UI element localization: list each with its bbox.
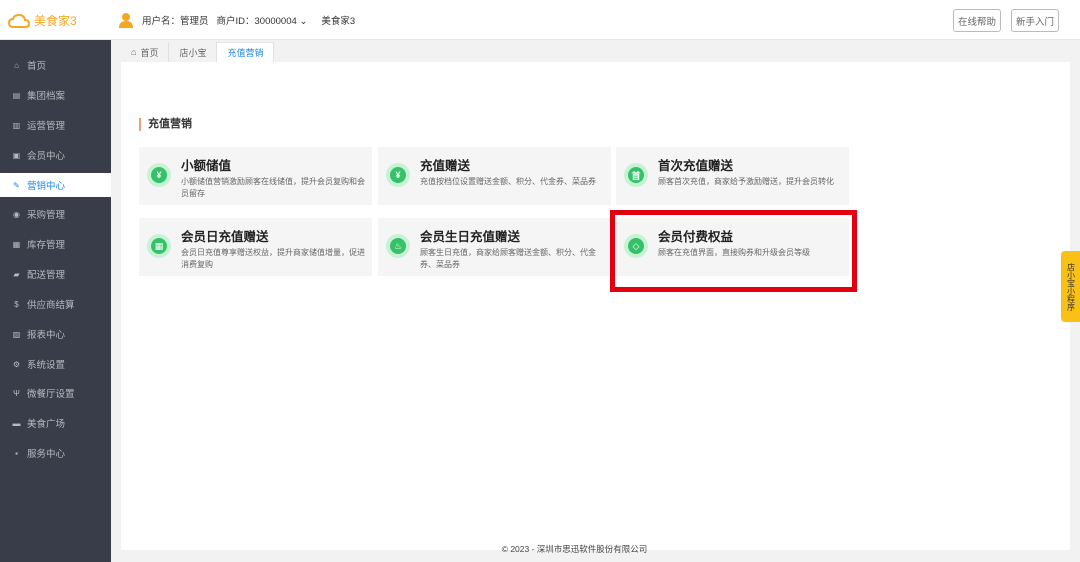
calendar-icon: ▦ [147, 234, 171, 258]
merchant-id-dropdown[interactable]: 商户ID：30000004 ⌄ [217, 13, 308, 27]
settings-icon: ⚙ [12, 359, 21, 369]
member-card-icon: ▣ [12, 150, 21, 160]
card-description: 会员日充值尊享赠送权益，提升商家储值增量，促进消费复购 [181, 248, 365, 269]
user-avatar-icon [119, 13, 133, 28]
online-help-button[interactable]: 在线帮助 [953, 9, 1001, 32]
card-title: 会员生日充值赠送 [420, 230, 521, 244]
sidebar-item-label: 服务中心 [27, 449, 66, 460]
card-icon-glyph: 首 [628, 167, 644, 183]
card-title: 小额储值 [181, 159, 232, 173]
user-info: 用户名：管理员 商户ID：30000004 ⌄ 美食家3 [118, 12, 355, 28]
newbie-guide-button[interactable]: 新手入门 [1011, 9, 1059, 32]
tab-recharge-marketing[interactable]: 充值营销 [217, 42, 275, 62]
sidebar: ⌂ 首页 ▤ 集团档案 ▥ 运营管理 ▣ 会员中心 ✎ 营销中心 ◉ 采购管理 ▦ 库存管理 ▰ 配送管理 $ 供… [0, 40, 111, 562]
top-header: 美食家3 用户名：管理员 商户ID：30000004 ⌄ 美食家3 在线帮助 新… [0, 0, 1080, 40]
sidebar-item[interactable]: ▥ 运营管理 [0, 113, 111, 137]
sidebar-item-label: 配送管理 [27, 270, 66, 281]
chart-icon: ▥ [12, 120, 21, 130]
app-logo[interactable]: 美食家3 [8, 12, 77, 29]
marketing-card[interactable]: ♨ 会员生日充值赠送顾客生日充值，商家给顾客赠送金额、积分、代金券、菜品券 [378, 218, 611, 276]
service-icon: ▪ [15, 448, 18, 458]
sidebar-item-label: 微餐厅设置 [27, 389, 75, 400]
sidebar-item-label: 供应商结算 [27, 300, 75, 311]
sidebar-item-label: 系统设置 [27, 360, 66, 371]
logo-text: 美食家3 [34, 14, 77, 28]
truck-icon: ▰ [13, 269, 20, 279]
sidebar-item-label: 集团档案 [27, 91, 66, 102]
card-icon-glyph: ¥ [390, 167, 406, 183]
card-title: 会员日充值赠送 [181, 230, 269, 244]
tab-label: 首页 [140, 47, 159, 58]
section-title: 充值营销 [139, 118, 192, 131]
sidebar-item[interactable]: ▦ 库存管理 [0, 232, 111, 256]
card-description: 顾客首次充值，商家给予激励赠送，提升会员转化 [658, 177, 834, 186]
sidebar-item[interactable]: ✎ 营销中心 [0, 173, 111, 197]
mini-program-float-tab[interactable]: 店小宝小程序 [1061, 251, 1080, 322]
card-description: 顾客生日充值，商家给顾客赠送金额、积分、代金券、菜品券 [420, 248, 596, 269]
user-name-label: 用户名：管理员 [142, 16, 209, 27]
sidebar-item-label: 报表中心 [27, 330, 66, 341]
sidebar-item-label: 库存管理 [27, 240, 66, 251]
cloud-logo-icon [8, 13, 30, 28]
dollar-icon: $ [14, 299, 19, 309]
card-description: 小额储值营销激励顾客在线储值，提升会员复购和会员留存 [181, 177, 365, 198]
sidebar-item[interactable]: ◉ 采购管理 [0, 202, 111, 226]
restaurant-icon: Ψ [13, 388, 20, 398]
tab-label: 店小宝 [179, 47, 207, 58]
card-title: 首次充值赠送 [658, 159, 734, 173]
card-title: 充值赠送 [420, 159, 471, 173]
marketing-card[interactable]: ¥ 充值赠送充值按档位设置赠送金额、积分、代金券、菜品券 [378, 147, 611, 205]
tab-home[interactable]: ⌂ 首页 [121, 42, 170, 62]
marketing-card[interactable]: ¥ 小额储值小额储值营销激励顾客在线储值，提升会员复购和会员留存 [139, 147, 372, 205]
sidebar-item[interactable]: Ψ 微餐厅设置 [0, 381, 111, 405]
edit-icon: ✎ [13, 180, 20, 190]
purchase-icon: ◉ [13, 209, 20, 219]
tab-bar: ⌂ 首页 店小宝 充值营销 [121, 42, 275, 62]
footer-copyright: © 2023 - 深圳市思迅软件股份有限公司 [501, 544, 648, 554]
marketing-card[interactable]: 首首次充值赠送顾客首次充值，商家给予激励赠送，提升会员转化 [616, 147, 849, 205]
main-panel [121, 62, 1070, 550]
store-name: 美食家3 [321, 16, 356, 27]
sidebar-item[interactable]: ▰ 配送管理 [0, 262, 111, 286]
sidebar-item-label: 首页 [27, 61, 47, 72]
sidebar-item-label: 采购管理 [27, 210, 66, 221]
sidebar-item[interactable]: ▣ 会员中心 [0, 143, 111, 167]
card-icon-glyph: ▦ [151, 238, 167, 254]
sidebar-item-label: 会员中心 [27, 151, 66, 162]
home-icon: ⌂ [14, 60, 19, 70]
sidebar-item[interactable]: ▤ 集团档案 [0, 83, 111, 107]
birthday-cake-icon: ♨ [386, 234, 410, 258]
sidebar-item-label: 营销中心 [27, 181, 66, 192]
tab-label: 充值营销 [227, 48, 264, 58]
first-recharge-icon: 首 [624, 163, 648, 187]
yuan-coin-icon: ¥ [147, 163, 171, 187]
inventory-icon: ▦ [12, 239, 21, 249]
home-icon: ⌂ [131, 47, 137, 57]
card-description: 充值按档位设置赠送金额、积分、代金券、菜品券 [420, 177, 596, 186]
card-icon-glyph: ♨ [390, 238, 406, 254]
sidebar-item-label: 美食广场 [27, 419, 66, 430]
marketing-card[interactable]: ▦ 会员日充值赠送会员日充值尊享赠送权益，提升商家储值增量，促进消费复购 [139, 218, 372, 276]
merchant-id-label: 商户ID：30000004 [216, 16, 297, 27]
sidebar-item-label: 运营管理 [27, 121, 66, 132]
archive-icon: ▤ [12, 90, 21, 100]
sidebar-item[interactable]: $ 供应商结算 [0, 292, 111, 316]
sidebar-item[interactable]: ▪ 服务中心 [0, 441, 111, 465]
plaza-icon: ▬ [12, 418, 21, 428]
sidebar-item[interactable]: ⚙ 系统设置 [0, 352, 111, 376]
sidebar-item[interactable]: ▧ 报表中心 [0, 322, 111, 346]
sidebar-item[interactable]: ▬ 美食广场 [0, 411, 111, 435]
card-icon-glyph: ¥ [151, 167, 167, 183]
highlight-box [610, 210, 857, 292]
sidebar-item[interactable]: ⌂ 首页 [0, 53, 111, 77]
gift-yuan-icon: ¥ [386, 163, 410, 187]
tab-dianxiaobao[interactable]: 店小宝 [169, 42, 218, 62]
chevron-down-icon: ⌄ [299, 16, 308, 27]
report-icon: ▧ [12, 329, 21, 339]
